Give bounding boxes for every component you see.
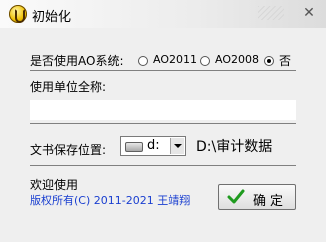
radio-ao2008-label: AO2008 [215,53,259,66]
welcome-text: 欢迎使用 [30,178,79,192]
app-logo-icon [9,5,27,23]
title-bar[interactable]: 初始化 ✕ [0,0,326,29]
window-title: 初始化 [32,10,72,25]
doc-save-label: 文书保存位置: [30,143,107,157]
divider-bottom [30,165,296,166]
radio-no[interactable] [264,56,274,66]
radio-ao2011[interactable] [138,56,148,66]
radio-ao2011-label: AO2011 [153,53,197,66]
radio-no-label: 否 [279,54,292,68]
radio-ao2008[interactable] [200,56,210,66]
unit-name-label: 使用单位全称: [30,80,107,94]
green-check-icon [227,189,245,204]
title-grip-decoration [258,6,284,20]
ao-system-label: 是否使用AO系统: [30,54,124,68]
unit-name-input[interactable] [30,100,296,120]
drive-select-value: d: [147,138,160,153]
divider-top [30,70,296,71]
dialog-content: 是否使用AO系统: AO2011 AO2008 否 使用单位全称: 文书保存位置… [0,28,326,242]
close-button[interactable]: ✕ [299,4,319,22]
divider-middle [30,123,296,124]
ok-button-label: 确定 [253,194,288,209]
ok-button[interactable]: 确定 [218,184,296,210]
save-path: D:\审计数据 [196,139,273,155]
chevron-down-icon[interactable] [170,138,184,154]
drive-select[interactable]: d: [120,136,186,156]
copyright-text: 版权所有(C) 2011-2021 王靖翔 [30,194,191,207]
hard-drive-icon [125,142,143,152]
init-dialog: 初始化 ✕ 是否使用AO系统: AO2011 AO2008 否 使用单位全称: … [0,0,326,242]
